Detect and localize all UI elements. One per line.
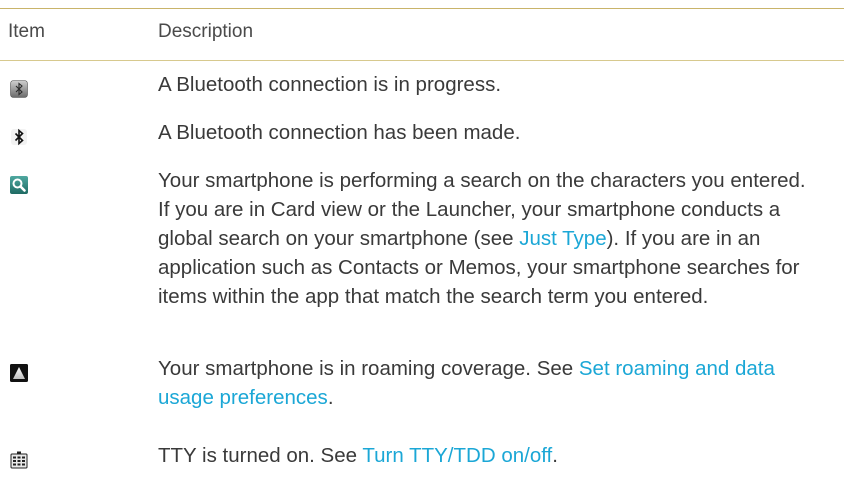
row-description: Your smartphone is performing a search o… xyxy=(158,166,818,311)
bluetooth-connecting-icon xyxy=(10,80,28,98)
roaming-icon xyxy=(10,364,28,382)
row-description: A Bluetooth connection is in progress. xyxy=(158,73,502,96)
bluetooth-connected-icon xyxy=(10,128,28,146)
just-type-link[interactable]: Just Type xyxy=(519,227,606,250)
search-icon xyxy=(10,176,28,194)
description-text: . xyxy=(552,444,558,467)
description-text: Your smartphone is in roaming coverage. … xyxy=(158,357,579,380)
row-description: Your smartphone is in roaming coverage. … xyxy=(158,354,818,412)
header-divider xyxy=(0,60,844,61)
row-description: TTY is turned on. See Turn TTY/TDD on/of… xyxy=(158,441,818,470)
turn-tty-link[interactable]: Turn TTY/TDD on/off xyxy=(362,444,552,467)
tty-icon xyxy=(10,451,28,469)
row-description: A Bluetooth connection has been made. xyxy=(158,121,521,144)
column-header-description: Description xyxy=(158,21,254,42)
description-text: TTY is turned on. See xyxy=(158,444,363,467)
table-top-rule xyxy=(0,8,844,9)
description-text: . xyxy=(327,386,334,409)
column-header-item: Item xyxy=(8,21,45,42)
